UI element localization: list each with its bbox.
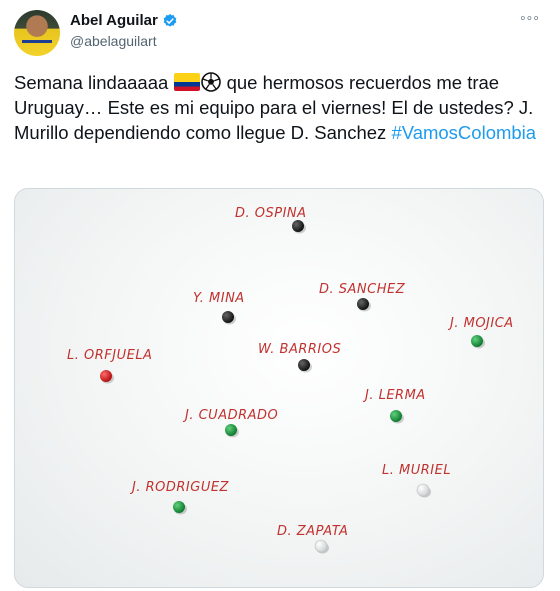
tweet-card: Abel Aguilar @abelaguilart ◦◦◦ Semana li… — [0, 0, 560, 591]
player-magnet-black — [357, 298, 369, 310]
player-magnet-green — [173, 501, 185, 513]
player-magnet-black — [292, 220, 304, 232]
player-label: L. ORFJUELA — [67, 348, 152, 363]
player-magnet-green — [471, 335, 483, 347]
verified-badge-icon — [163, 13, 177, 27]
tweet-photo[interactable]: D. OSPINA Y. MINA D. SANCHEZ J. MOJICA L. OR… — [14, 188, 544, 588]
more-options-icon[interactable]: ◦◦◦ — [520, 10, 540, 28]
author-name-row: Abel Aguilar — [70, 12, 178, 29]
tweet-text: Semana lindaaaaa que hermosos recuerdos … — [14, 70, 550, 145]
soccer-ball-icon — [201, 72, 222, 92]
author-handle[interactable]: @abelaguilart — [70, 33, 157, 49]
player-magnet-white — [416, 483, 430, 497]
player-label: Y. MINA — [193, 291, 245, 306]
player-magnet-white — [314, 539, 328, 553]
player-magnet-red — [100, 370, 112, 382]
avatar-shirt-detail — [22, 40, 52, 43]
player-label: D. SANCHEZ — [319, 282, 406, 297]
avatar[interactable] — [14, 10, 60, 56]
player-label: L. MURIEL — [382, 463, 451, 478]
colombia-flag-icon — [174, 73, 201, 91]
player-label: D. OSPINA — [235, 206, 307, 221]
hashtag-link[interactable]: #VamosColombia — [391, 122, 536, 143]
player-magnet-black — [298, 359, 310, 371]
player-label: J. CUADRADO — [182, 408, 278, 423]
author-display-name[interactable]: Abel Aguilar — [70, 12, 158, 29]
player-magnet-green — [390, 410, 402, 422]
player-label: J. MOJICA — [447, 316, 514, 331]
player-label: J. RODRIGUEZ — [129, 480, 230, 495]
tweet-text-part1: Semana lindaaaaa — [14, 72, 169, 93]
player-label: J. LERMA — [362, 388, 426, 403]
player-label: W. BARRIOS — [258, 342, 341, 357]
player-label: D. ZAPATA — [277, 524, 348, 539]
player-magnet-green — [225, 424, 237, 436]
whiteboard-lineup: D. OSPINA Y. MINA D. SANCHEZ J. MOJICA L. OR… — [67, 206, 514, 554]
player-magnet-black — [222, 311, 234, 323]
